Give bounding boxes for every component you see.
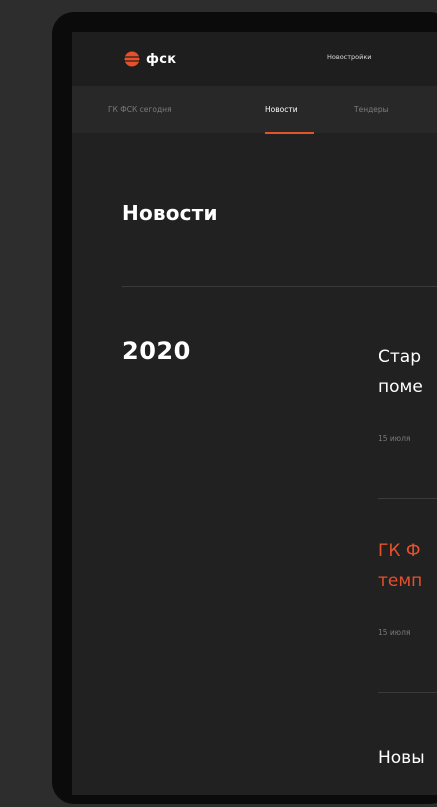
subnav-item-company-today[interactable]: ГК ФСК сегодня [108,105,172,114]
news-item-title[interactable]: ГК Ф темп [378,536,422,596]
news-item-title[interactable]: Стар поме [378,342,423,402]
app-screen: фск Новостройки ГК ФСК сегодня Новости Т… [72,32,437,795]
logo[interactable]: фск [122,50,176,68]
nav-link-novostroyki[interactable]: Новостройки [327,53,372,61]
news-title-line: Новы [378,748,425,768]
news-divider [378,692,437,693]
divider [122,286,437,287]
news-title-line: поме [378,377,423,397]
news-date: 15 июля [378,628,411,637]
news-divider [378,498,437,499]
sub-navigation: ГК ФСК сегодня Новости Тендеры [72,86,437,133]
page-title: Новости [122,201,218,225]
news-item-title[interactable]: Новы [378,743,425,773]
news-title-line: Стар [378,347,421,367]
news-date: 15 июля [378,434,411,443]
logo-text: фск [146,51,177,67]
subnav-item-tenders[interactable]: Тендеры [354,105,389,114]
active-tab-indicator [265,132,314,134]
subnav-item-news[interactable]: Новости [265,105,298,114]
logo-icon [122,51,142,67]
news-title-line: ГК Ф [378,541,421,561]
year-heading: 2020 [122,337,191,365]
header: фск Новостройки [72,32,437,86]
news-title-line: темп [378,571,423,591]
